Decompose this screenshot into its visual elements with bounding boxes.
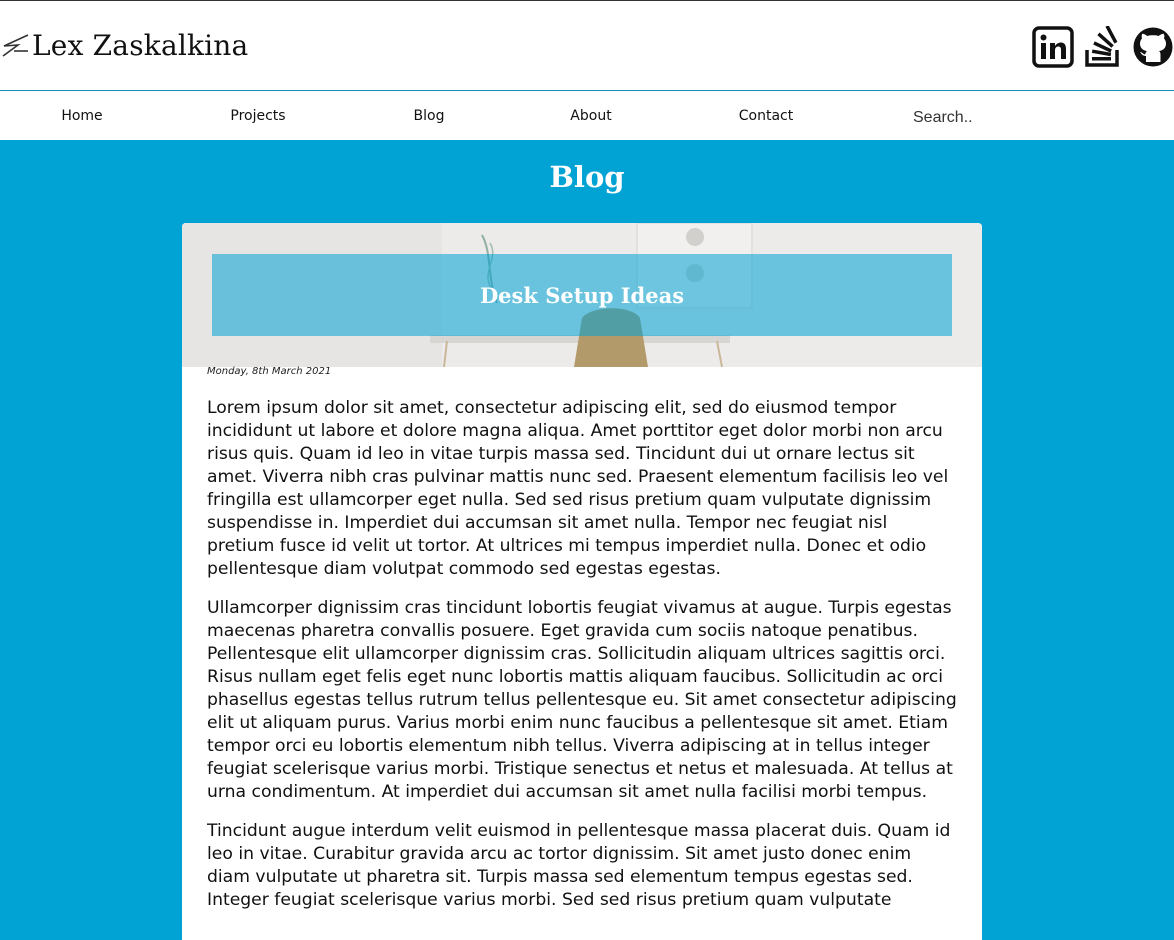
search-input[interactable] (905, 104, 1174, 132)
nav-item-about[interactable]: About (570, 108, 611, 124)
post-title[interactable]: Desk Setup Ideas (480, 283, 684, 308)
nav-item-blog[interactable]: Blog (414, 108, 445, 124)
brand-name: Lex Zaskalkina (32, 28, 249, 62)
blog-post-card: Desk Setup Ideas Monday, 8th March 2021 … (182, 223, 982, 940)
post-title-banner: Desk Setup Ideas (212, 254, 952, 336)
post-body: Lorem ipsum dolor sit amet, consectetur … (207, 397, 959, 928)
github-icon[interactable] (1132, 26, 1174, 68)
post-paragraph: Ullamcorper dignissim cras tincidunt lob… (207, 598, 957, 802)
nav-item-contact[interactable]: Contact (739, 108, 793, 124)
page-title: Blog (549, 160, 625, 194)
post-hero: Desk Setup Ideas (182, 223, 982, 367)
post-paragraph: Lorem ipsum dolor sit amet, consectetur … (207, 398, 949, 579)
nav-item-projects[interactable]: Projects (230, 108, 285, 124)
post-paragraph: Tincidunt augue interdum velit euismod i… (207, 821, 951, 910)
post-date: Monday, 8th March 2021 (207, 366, 332, 377)
site-header: Lex Zaskalkina (0, 0, 1174, 90)
brand[interactable]: Lex Zaskalkina (0, 25, 248, 65)
brand-logo-icon (2, 34, 29, 57)
linkedin-icon[interactable] (1032, 26, 1074, 68)
stackoverflow-icon[interactable] (1082, 26, 1124, 68)
social-links (1032, 26, 1174, 68)
nav-item-home[interactable]: Home (61, 108, 102, 124)
